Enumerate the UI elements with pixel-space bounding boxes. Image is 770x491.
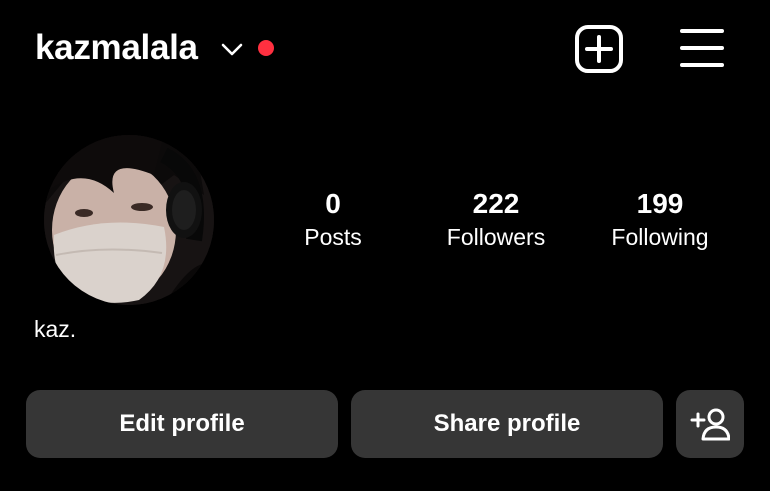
chevron-down-icon[interactable] xyxy=(220,40,244,58)
stat-followers[interactable]: 222 Followers xyxy=(416,186,576,252)
stat-posts-label: Posts xyxy=(304,224,362,250)
stat-following[interactable]: 199 Following xyxy=(580,186,740,252)
stat-followers-count: 222 xyxy=(472,188,520,219)
avatar-image xyxy=(44,135,214,305)
username[interactable]: kazmalala xyxy=(35,26,198,70)
stat-posts-count: 0 xyxy=(325,188,341,219)
top-bar: kazmalala xyxy=(0,0,770,98)
share-profile-button[interactable]: Share profile xyxy=(351,390,663,458)
avatar[interactable] xyxy=(44,135,214,305)
add-person-icon xyxy=(690,408,730,441)
stat-posts[interactable]: 0 Posts xyxy=(253,186,413,252)
stat-followers-label: Followers xyxy=(446,224,546,250)
new-post-icon[interactable] xyxy=(574,24,624,74)
notification-dot xyxy=(258,40,274,56)
edit-profile-button[interactable]: Edit profile xyxy=(26,390,338,458)
menu-icon[interactable] xyxy=(679,26,725,70)
display-name: kaz. xyxy=(34,316,77,342)
stat-following-label: Following xyxy=(611,224,709,250)
stat-following-count: 199 xyxy=(636,188,684,219)
discover-people-button[interactable] xyxy=(676,390,744,458)
